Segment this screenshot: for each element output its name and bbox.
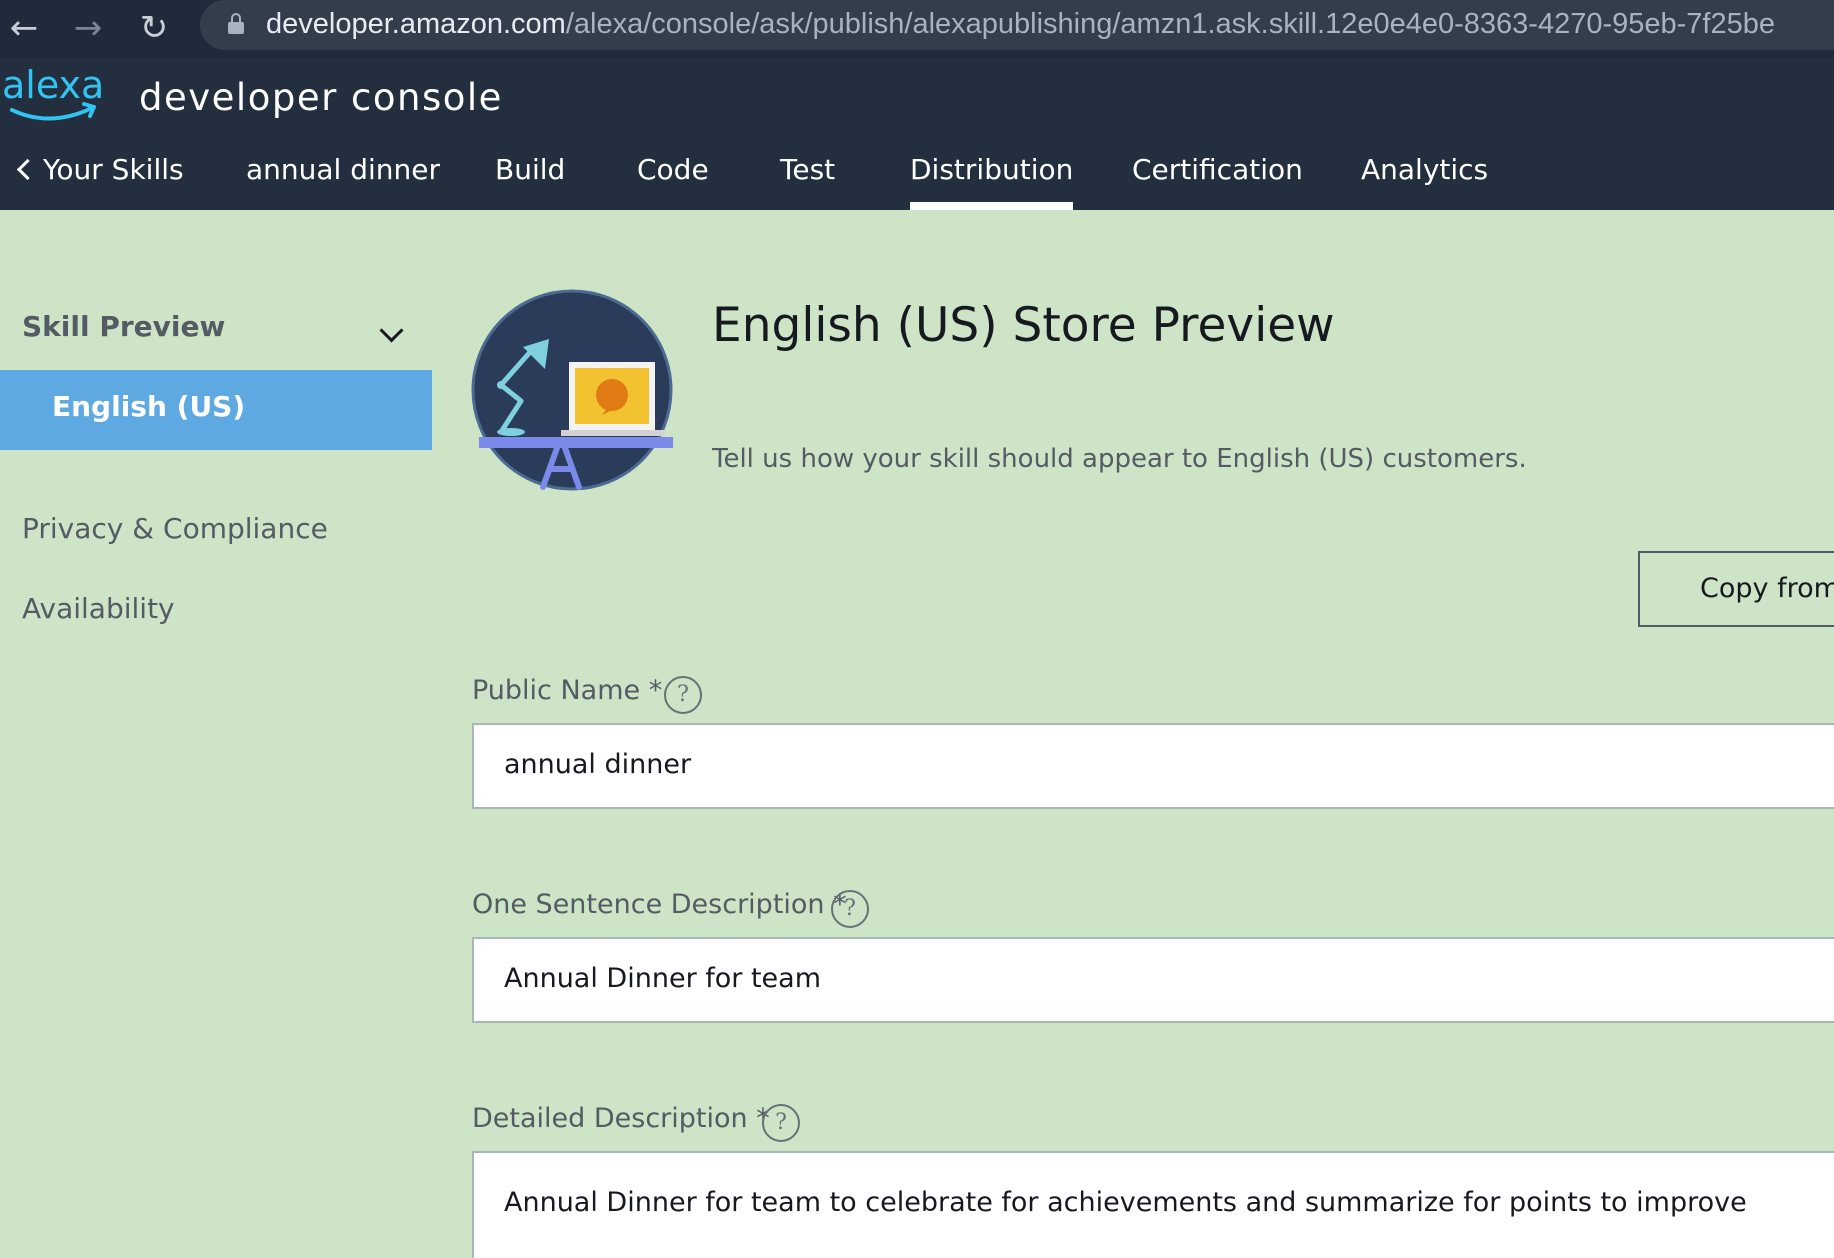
sidebar-item-label: English (US) xyxy=(52,390,246,423)
lock-icon xyxy=(228,13,244,34)
one-sentence-description-label: One Sentence Description * xyxy=(472,889,847,920)
logo-text: alexa xyxy=(2,63,104,107)
public-name-field[interactable]: annual dinner xyxy=(472,723,1834,809)
url-path: /alexa/console/ask/publish/alexapublishi… xyxy=(565,8,1775,40)
tab-certification[interactable]: Certification xyxy=(1132,142,1303,210)
browser-toolbar: ← → ↻ developer.amazon.com/alexa/console… xyxy=(0,0,1834,58)
alexa-logo[interactable]: alexa xyxy=(0,60,104,130)
tab-build[interactable]: Build xyxy=(495,142,565,210)
public-name-label: Public Name * xyxy=(472,675,663,706)
chevron-left-icon xyxy=(16,158,39,181)
copy-from-button-label: Copy from xyxy=(1700,573,1834,604)
sidebar-item-privacy-compliance[interactable]: Privacy & Compliance xyxy=(22,512,328,545)
nav-your-skills-label: Your Skills xyxy=(43,153,184,186)
forward-arrow-icon[interactable]: → xyxy=(66,6,110,50)
chevron-down-icon[interactable] xyxy=(379,318,404,343)
one-sentence-description-value: Annual Dinner for team xyxy=(504,963,821,994)
detailed-description-label: Detailed Description * xyxy=(472,1103,770,1134)
sidebar: Skill Preview English (US) Privacy & Com… xyxy=(0,210,432,1258)
address-bar[interactable]: developer.amazon.com/alexa/console/ask/p… xyxy=(200,0,1834,50)
help-icon[interactable]: ? xyxy=(831,890,869,928)
url-host: developer.amazon.com xyxy=(266,8,566,40)
detailed-description-field[interactable]: Annual Dinner for team to celebrate for … xyxy=(472,1151,1834,1258)
tab-code[interactable]: Code xyxy=(637,142,709,210)
tab-distribution[interactable]: Distribution xyxy=(910,142,1074,210)
page-title: English (US) Store Preview xyxy=(712,298,1335,353)
one-sentence-description-field[interactable]: Annual Dinner for team xyxy=(472,937,1834,1023)
detailed-description-value: Annual Dinner for team to celebrate for … xyxy=(504,1187,1747,1218)
top-nav: Your Skills annual dinner Build Code Tes… xyxy=(0,142,1834,210)
help-icon[interactable]: ? xyxy=(762,1104,800,1142)
reload-icon[interactable]: ↻ xyxy=(132,6,176,50)
nav-your-skills[interactable]: Your Skills xyxy=(16,142,184,210)
app-title: developer console xyxy=(139,76,503,119)
app-header: alexa developer console Your Skills annu… xyxy=(0,58,1834,210)
sidebar-item-availability[interactable]: Availability xyxy=(22,592,175,625)
desk-illustration xyxy=(471,289,673,491)
copy-from-button[interactable]: Copy from xyxy=(1638,551,1834,627)
tab-analytics[interactable]: Analytics xyxy=(1361,142,1488,210)
back-arrow-icon[interactable]: ← xyxy=(2,6,46,50)
page-subtitle: Tell us how your skill should appear to … xyxy=(712,444,1527,474)
help-icon[interactable]: ? xyxy=(664,676,702,714)
public-name-value: annual dinner xyxy=(504,749,692,780)
url-text[interactable]: developer.amazon.com/alexa/console/ask/p… xyxy=(266,4,1775,44)
tab-test[interactable]: Test xyxy=(780,142,835,210)
nav-skill-name[interactable]: annual dinner xyxy=(246,142,440,210)
sidebar-item-english-us[interactable]: English (US) xyxy=(0,370,432,450)
sidebar-section-skill-preview[interactable]: Skill Preview xyxy=(22,310,225,343)
